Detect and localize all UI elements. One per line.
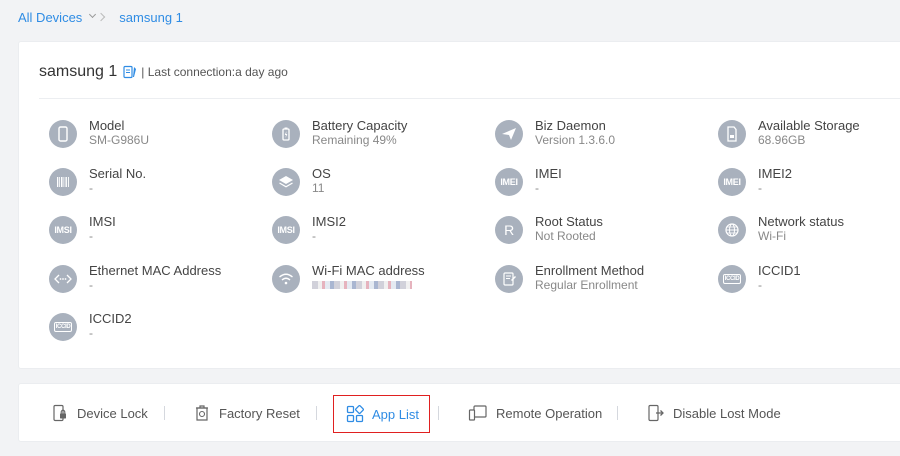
info-label: IMEI2	[758, 166, 792, 181]
info-label: IMSI	[89, 214, 116, 229]
info-value: Regular Enrollment	[535, 278, 638, 292]
factory-reset-label: Factory Reset	[219, 405, 300, 421]
breadcrumb: All Devices samsung 1	[18, 9, 183, 25]
info-label: OS	[312, 166, 331, 181]
barcode-icon	[49, 168, 77, 196]
info-imsi: IMSI IMSI -	[49, 215, 116, 244]
last-connection: | Last connection:a day ago	[141, 65, 288, 79]
info-serial: Serial No. -	[49, 167, 146, 196]
info-label: Root Status	[535, 214, 603, 229]
info-value: 68.96GB	[758, 133, 806, 147]
info-network: Network status Wi-Fi	[718, 215, 844, 244]
action-separator	[316, 406, 317, 420]
info-value: -	[758, 278, 762, 292]
device-lock-label: Device Lock	[77, 405, 148, 421]
imsi-icon: IMSI	[49, 216, 77, 244]
globe-icon	[718, 216, 746, 244]
info-value: Wi-Fi	[758, 229, 786, 243]
device-info-card: samsung 1 | Last connection:a day ago Mo…	[18, 41, 900, 369]
app-list-label: App List	[372, 406, 419, 422]
sd-card-icon	[718, 120, 746, 148]
info-ethernet-mac: Ethernet MAC Address -	[49, 264, 221, 293]
edit-name-icon[interactable]	[123, 65, 137, 79]
info-wifi-mac: Wi-Fi MAC address	[272, 264, 425, 293]
info-imsi2: IMSI IMSI2-	[272, 215, 346, 244]
info-value: Remaining 49%	[312, 133, 397, 147]
info-label: ICCID1	[758, 263, 801, 278]
ethernet-icon	[49, 265, 77, 293]
chevron-right-icon	[100, 13, 105, 21]
breadcrumb-all-devices[interactable]: All Devices	[18, 10, 82, 25]
action-separator	[164, 406, 165, 420]
imei-icon: IMEI	[495, 168, 523, 196]
info-value: 11	[312, 181, 325, 195]
info-label: IMEI	[535, 166, 562, 181]
imei2-icon: IMEI	[718, 168, 746, 196]
breadcrumb-current: samsung 1	[119, 9, 183, 25]
info-label: Available Storage	[758, 118, 860, 133]
info-value: -	[535, 181, 539, 195]
info-label: Battery Capacity	[312, 118, 408, 133]
phone-icon	[49, 120, 77, 148]
info-root-status: R Root Status Not Rooted	[495, 215, 603, 244]
info-value: Version 1.3.6.0	[535, 133, 616, 147]
paper-plane-icon	[495, 120, 523, 148]
disable-lost-mode-icon	[648, 404, 664, 422]
info-biz-daemon: Biz Daemon Version 1.3.6.0	[495, 119, 615, 148]
battery-icon	[272, 120, 300, 148]
device-lock-icon	[53, 404, 66, 422]
info-value: Not Rooted	[535, 229, 596, 243]
info-imei2: IMEI IMEI2-	[718, 167, 792, 196]
info-os: OS 11	[272, 167, 331, 196]
info-label: ICCID2	[89, 311, 132, 326]
info-value: -	[89, 229, 93, 243]
header-divider	[39, 98, 900, 99]
factory-reset-icon	[196, 405, 208, 421]
factory-reset-button[interactable]: Factory Reset	[193, 398, 300, 428]
info-value: -	[89, 326, 93, 340]
device-lock-button[interactable]: Device Lock	[51, 398, 148, 428]
device-header: samsung 1 | Last connection:a day ago	[39, 62, 288, 82]
info-label: Wi-Fi MAC address	[312, 263, 425, 278]
action-separator	[617, 406, 618, 420]
info-model: Model SM-G986U	[49, 119, 149, 148]
info-iccid2: ICCID ICCID2-	[49, 312, 132, 341]
root-icon: R	[495, 216, 523, 244]
info-imei: IMEI IMEI -	[495, 167, 562, 196]
disable-lost-mode-label: Disable Lost Mode	[673, 405, 781, 421]
info-label: Enrollment Method	[535, 263, 645, 278]
remote-operation-label: Remote Operation	[496, 405, 603, 421]
action-bar: Device Lock Factory Reset App List Remot…	[18, 383, 900, 442]
remote-operation-icon	[468, 405, 487, 421]
info-value	[312, 278, 425, 292]
remote-operation-button[interactable]: Remote Operation	[468, 398, 602, 428]
info-value: -	[89, 181, 93, 195]
action-separator	[438, 406, 439, 420]
info-value: -	[758, 181, 762, 195]
redacted-value	[312, 281, 412, 289]
info-value: -	[89, 278, 93, 292]
disable-lost-mode-button[interactable]: Disable Lost Mode	[647, 398, 781, 428]
device-name: samsung 1	[39, 63, 118, 80]
info-label: Network status	[758, 214, 844, 229]
info-battery: Battery Capacity Remaining 49%	[272, 119, 407, 148]
info-iccid1: ICCID ICCID1-	[718, 264, 801, 293]
app-list-button[interactable]: App List	[333, 395, 430, 433]
info-label: Biz Daemon	[535, 118, 606, 133]
layers-icon	[272, 168, 300, 196]
info-enrollment: Enrollment Method Regular Enrollment	[495, 264, 644, 293]
info-label: IMSI2	[312, 214, 346, 229]
info-value: SM-G986U	[89, 133, 150, 147]
wifi-icon	[272, 265, 300, 293]
enrollment-icon	[495, 265, 523, 293]
iccid2-icon: ICCID	[49, 313, 77, 341]
info-label: Model	[89, 118, 125, 133]
info-label: Serial No.	[89, 166, 147, 181]
app-grid-icon	[346, 405, 364, 423]
info-storage: Available Storage 68.96GB	[718, 119, 860, 148]
info-value: -	[312, 229, 316, 243]
info-label: Ethernet MAC Address	[89, 263, 222, 278]
iccid1-icon: ICCID	[718, 265, 746, 293]
imsi2-icon: IMSI	[272, 216, 300, 244]
